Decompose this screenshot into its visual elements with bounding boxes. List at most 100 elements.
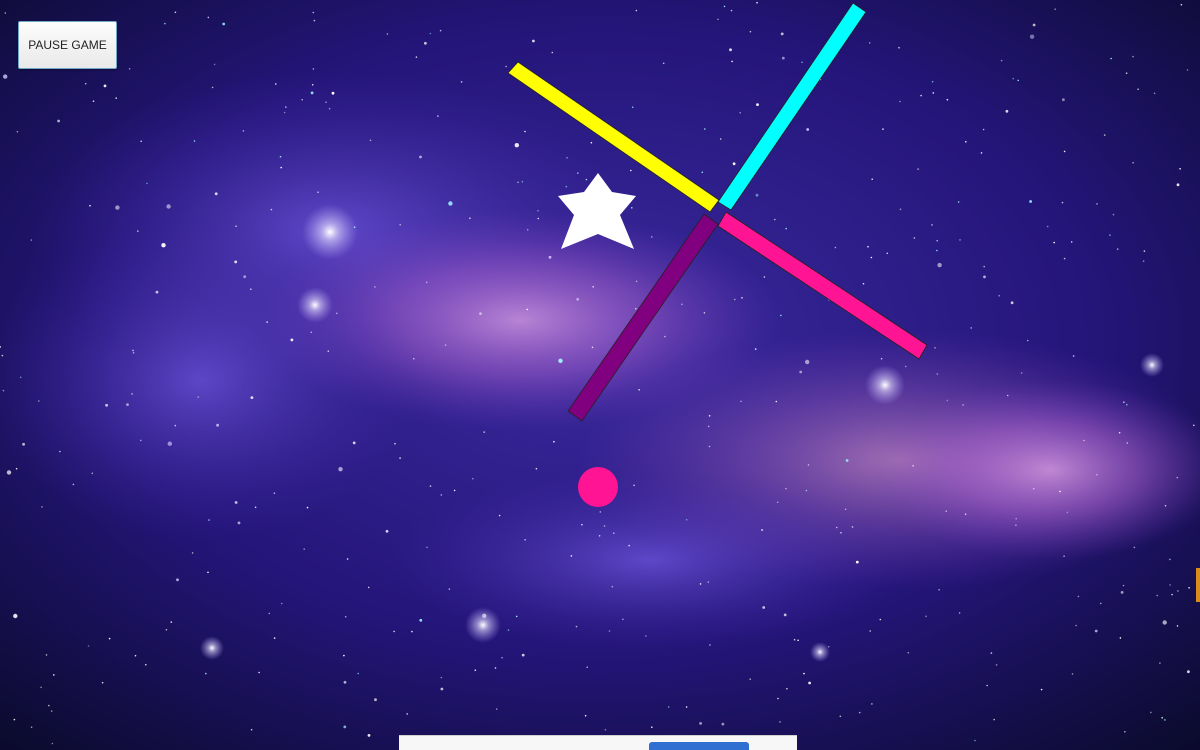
star-dot bbox=[258, 671, 260, 674]
star-dot bbox=[429, 32, 432, 35]
star-dot bbox=[161, 243, 166, 248]
star-dot bbox=[936, 249, 938, 252]
star-dot bbox=[780, 314, 782, 317]
bottom-panel-button[interactable] bbox=[649, 742, 749, 750]
star-dot bbox=[599, 511, 602, 513]
star-dot bbox=[338, 467, 343, 472]
star-dot bbox=[756, 103, 759, 106]
star-dot bbox=[1015, 524, 1017, 526]
star-dot bbox=[59, 450, 61, 453]
star-dot bbox=[268, 612, 271, 615]
star-dot bbox=[633, 484, 635, 487]
star-dot bbox=[785, 227, 787, 230]
star-dot bbox=[635, 9, 638, 12]
star-dot bbox=[285, 106, 287, 108]
star-dot bbox=[586, 666, 588, 668]
star-dot bbox=[273, 637, 276, 639]
star-dot bbox=[598, 535, 601, 537]
bottom-panel bbox=[399, 735, 797, 750]
star-dot bbox=[983, 275, 986, 279]
star-dot bbox=[1143, 250, 1146, 252]
star-dot bbox=[517, 181, 519, 184]
star-dot bbox=[1119, 637, 1122, 639]
star-dot bbox=[140, 439, 142, 442]
star-dot bbox=[834, 246, 837, 249]
star-dot bbox=[783, 613, 787, 617]
game-canvas[interactable] bbox=[0, 0, 1200, 750]
star-dot bbox=[132, 352, 135, 354]
star-dot bbox=[1156, 594, 1158, 597]
star-dot bbox=[1012, 77, 1015, 80]
star-dot bbox=[483, 431, 486, 433]
star-dot bbox=[803, 672, 805, 675]
star-dot bbox=[611, 585, 614, 588]
star-dot bbox=[1005, 109, 1009, 113]
star-dot bbox=[1006, 394, 1009, 397]
star-dot bbox=[41, 506, 43, 508]
star-dot bbox=[386, 33, 389, 35]
star-dot bbox=[1150, 711, 1152, 714]
star-dot bbox=[101, 681, 104, 684]
star-dot bbox=[115, 97, 117, 99]
star-dot bbox=[858, 711, 861, 714]
star-dot bbox=[870, 256, 873, 259]
star-dot bbox=[385, 529, 389, 533]
star-dot bbox=[526, 229, 529, 231]
star-dot bbox=[1040, 688, 1043, 691]
star-dot bbox=[912, 465, 914, 467]
bright-star bbox=[465, 607, 501, 643]
star-dot bbox=[155, 290, 159, 294]
edge-marker bbox=[1196, 568, 1200, 602]
star-dot bbox=[575, 625, 578, 628]
star-dot bbox=[343, 654, 345, 657]
star-dot bbox=[1120, 591, 1124, 594]
star-dot bbox=[622, 618, 624, 621]
star-dot bbox=[92, 100, 95, 102]
star-dot bbox=[667, 706, 670, 708]
star-dot bbox=[797, 639, 799, 642]
star-dot bbox=[30, 726, 33, 728]
star-dot bbox=[740, 400, 742, 403]
star-dot bbox=[1193, 424, 1195, 427]
star-dot bbox=[367, 586, 370, 589]
star-dot bbox=[1075, 624, 1077, 627]
star-dot bbox=[374, 698, 377, 702]
star-dot bbox=[207, 16, 210, 19]
star-dot bbox=[1142, 260, 1145, 262]
star-dot bbox=[801, 61, 803, 64]
bright-star bbox=[200, 636, 224, 660]
star-dot bbox=[756, 1, 758, 4]
star-dot bbox=[604, 728, 607, 731]
star-dot bbox=[415, 56, 418, 58]
star-dot bbox=[174, 424, 177, 427]
star-dot bbox=[115, 205, 120, 210]
star-dot bbox=[399, 457, 401, 459]
star-dot bbox=[176, 578, 179, 582]
star-dot bbox=[1186, 69, 1189, 71]
star-dot bbox=[920, 94, 922, 97]
star-dot bbox=[174, 11, 177, 14]
star-dot bbox=[662, 62, 665, 65]
star-dot bbox=[570, 555, 573, 557]
star-dot bbox=[551, 51, 554, 54]
star-dot bbox=[917, 168, 919, 170]
star-dot bbox=[699, 722, 702, 725]
star-dot bbox=[216, 423, 220, 427]
star-dot bbox=[1083, 439, 1085, 442]
star-dot bbox=[1180, 3, 1183, 6]
star-dot bbox=[855, 560, 859, 564]
star-dot bbox=[777, 697, 779, 700]
pause-game-button[interactable]: PAUSE GAME bbox=[18, 21, 117, 69]
star-dot bbox=[526, 308, 528, 311]
star-dot bbox=[651, 726, 653, 728]
star-dot bbox=[806, 128, 810, 131]
star-dot bbox=[266, 321, 268, 323]
star-dot bbox=[273, 492, 276, 495]
star-dot bbox=[352, 441, 356, 445]
star-dot bbox=[1046, 225, 1049, 228]
star-dot bbox=[565, 185, 568, 188]
star-dot bbox=[730, 9, 733, 12]
star-dot bbox=[1063, 257, 1066, 260]
star-dot bbox=[1077, 595, 1080, 598]
star-dot bbox=[685, 519, 688, 521]
